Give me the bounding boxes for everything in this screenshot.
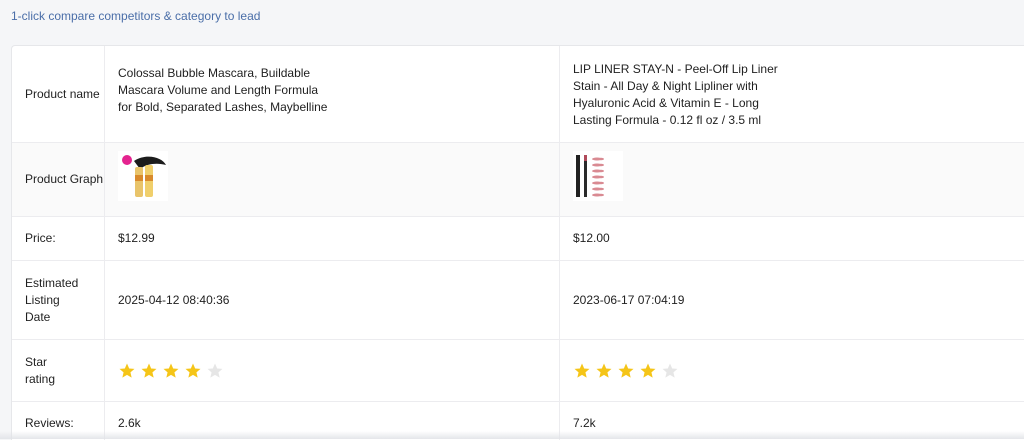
product-1-price: $12.99: [105, 217, 560, 261]
star-filled-icon: [118, 362, 136, 380]
compare-competitors-link[interactable]: 1-click compare competitors & category t…: [11, 9, 260, 23]
label-product-name: Product name: [12, 46, 105, 143]
comparison-table-card: Product name Colossal Bubble Mascara, Bu…: [11, 45, 1024, 440]
star-empty-icon: [661, 362, 679, 380]
product-1-star-rating: [105, 340, 560, 402]
row-listing-date: Estimated Listing Date 2025-04-12 08:40:…: [12, 261, 1024, 340]
row-price: Price: $12.99 $12.00: [12, 217, 1024, 261]
product-1-graph-cell: [105, 143, 560, 217]
label-star-rating: Star rating: [12, 340, 105, 402]
label-price: Price:: [12, 217, 105, 261]
product-2-graph-cell: [560, 143, 1024, 217]
star-filled-icon: [140, 362, 158, 380]
lip-liner-product-thumbnail[interactable]: [573, 151, 623, 201]
comparison-table: Product name Colossal Bubble Mascara, Bu…: [12, 46, 1024, 440]
label-product-graph: Product Graph: [12, 143, 105, 217]
product-2-star-rating: [560, 340, 1024, 402]
star-filled-icon: [573, 362, 591, 380]
star-empty-icon: [206, 362, 224, 380]
product-1-name: Colossal Bubble Mascara, Buildable Masca…: [105, 46, 560, 143]
row-product-name: Product name Colossal Bubble Mascara, Bu…: [12, 46, 1024, 143]
star-filled-icon: [595, 362, 613, 380]
star-filled-icon: [184, 362, 202, 380]
bottom-scroll-shadow: [0, 431, 1024, 439]
product-2-price: $12.00: [560, 217, 1024, 261]
mascara-product-thumbnail[interactable]: [118, 151, 168, 201]
row-star-rating: Star rating: [12, 340, 1024, 402]
star-filled-icon: [639, 362, 657, 380]
product-1-listing-date: 2025-04-12 08:40:36: [105, 261, 560, 340]
product-2-listing-date: 2023-06-17 07:04:19: [560, 261, 1024, 340]
star-filled-icon: [617, 362, 635, 380]
product-2-name: LIP LINER STAY-N - Peel-Off Lip Liner St…: [560, 46, 1024, 143]
row-product-graph: Product Graph: [12, 143, 1024, 217]
label-listing-date: Estimated Listing Date: [12, 261, 105, 340]
star-filled-icon: [162, 362, 180, 380]
